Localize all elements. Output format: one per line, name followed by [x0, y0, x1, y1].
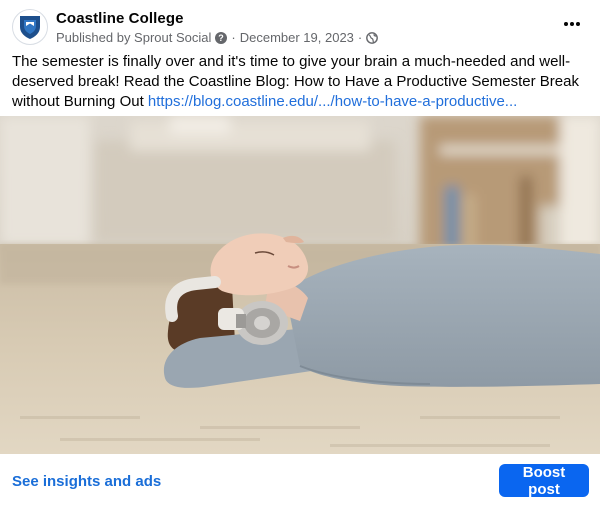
post-caption: The semester is finally over and it's ti… — [12, 52, 590, 112]
post-footer: See insights and ads Boost post — [0, 454, 600, 507]
post-date[interactable]: December 19, 2023 — [240, 30, 354, 45]
post-header: Coastline College Published by Sprout So… — [0, 0, 600, 50]
globe-icon — [366, 31, 379, 44]
svg-text:?: ? — [219, 33, 225, 43]
more-options-button[interactable] — [558, 12, 586, 36]
see-insights-link[interactable]: See insights and ads — [12, 473, 161, 490]
boost-post-button[interactable]: Boost post — [499, 464, 589, 498]
post-meta: Published by Sprout Social ? · December … — [56, 30, 379, 45]
published-by: Published by Sprout Social — [56, 30, 212, 45]
meta-separator: · — [357, 30, 363, 45]
meta-separator: · — [231, 30, 236, 45]
blog-link[interactable]: https://blog.coastline.edu/.../how-to-ha… — [148, 93, 517, 110]
page-name[interactable]: Coastline College — [56, 10, 184, 27]
facebook-post: Coastline College Published by Sprout So… — [0, 0, 600, 507]
page-avatar[interactable] — [12, 9, 48, 45]
more-dots-icon — [564, 22, 580, 26]
woman-with-headphones-image — [0, 116, 600, 454]
coastline-shield-logo-icon — [20, 16, 40, 39]
post-image[interactable] — [0, 116, 600, 454]
help-icon[interactable]: ? — [215, 31, 228, 44]
